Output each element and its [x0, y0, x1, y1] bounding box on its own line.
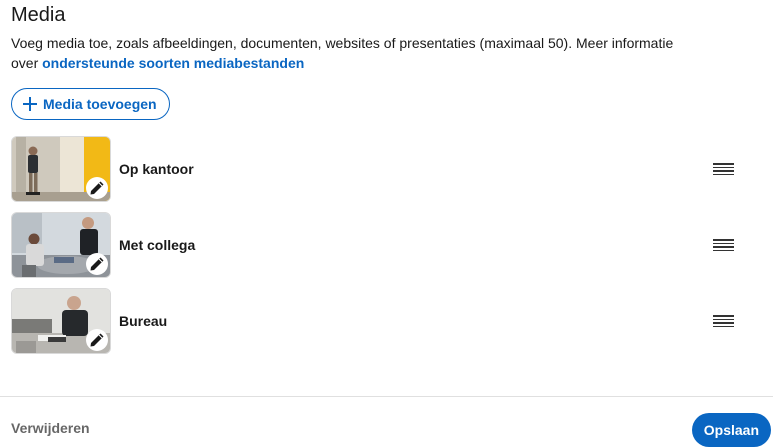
media-thumbnail[interactable] — [11, 136, 111, 202]
media-thumbnail[interactable] — [11, 288, 111, 354]
modal-footer: Verwijderen Opslaan — [0, 396, 773, 448]
drag-handle-icon[interactable] — [713, 239, 734, 251]
drag-handle-icon[interactable] — [713, 163, 734, 175]
pencil-icon — [90, 257, 104, 271]
edit-media-button[interactable] — [86, 177, 108, 199]
edit-media-button[interactable] — [86, 329, 108, 351]
add-media-button[interactable]: Media toevoegen — [11, 88, 170, 120]
edit-media-button[interactable] — [86, 253, 108, 275]
save-button[interactable]: Opslaan — [691, 413, 771, 447]
media-description: Voeg media toe, zoals afbeeldingen, docu… — [11, 33, 701, 73]
media-thumbnail[interactable] — [11, 212, 111, 278]
drag-handle-icon[interactable] — [713, 315, 734, 327]
page-title: Media — [11, 4, 66, 26]
remove-button[interactable]: Verwijderen — [11, 420, 90, 436]
media-item-label: Met collega — [119, 237, 196, 253]
pencil-icon — [90, 333, 104, 347]
media-item[interactable]: Op kantoor — [11, 136, 751, 202]
supported-media-types-link[interactable]: ondersteunde soorten mediabestanden — [42, 55, 304, 71]
plus-icon — [23, 97, 37, 111]
media-item-label: Op kantoor — [119, 161, 194, 177]
media-item[interactable]: Bureau — [11, 288, 751, 354]
media-item-label: Bureau — [119, 313, 168, 329]
add-media-label: Media toevoegen — [43, 96, 157, 112]
media-item[interactable]: Met collega — [11, 212, 751, 278]
pencil-icon — [90, 181, 104, 195]
media-list: Op kantoor Met collega Bureau — [11, 136, 751, 364]
